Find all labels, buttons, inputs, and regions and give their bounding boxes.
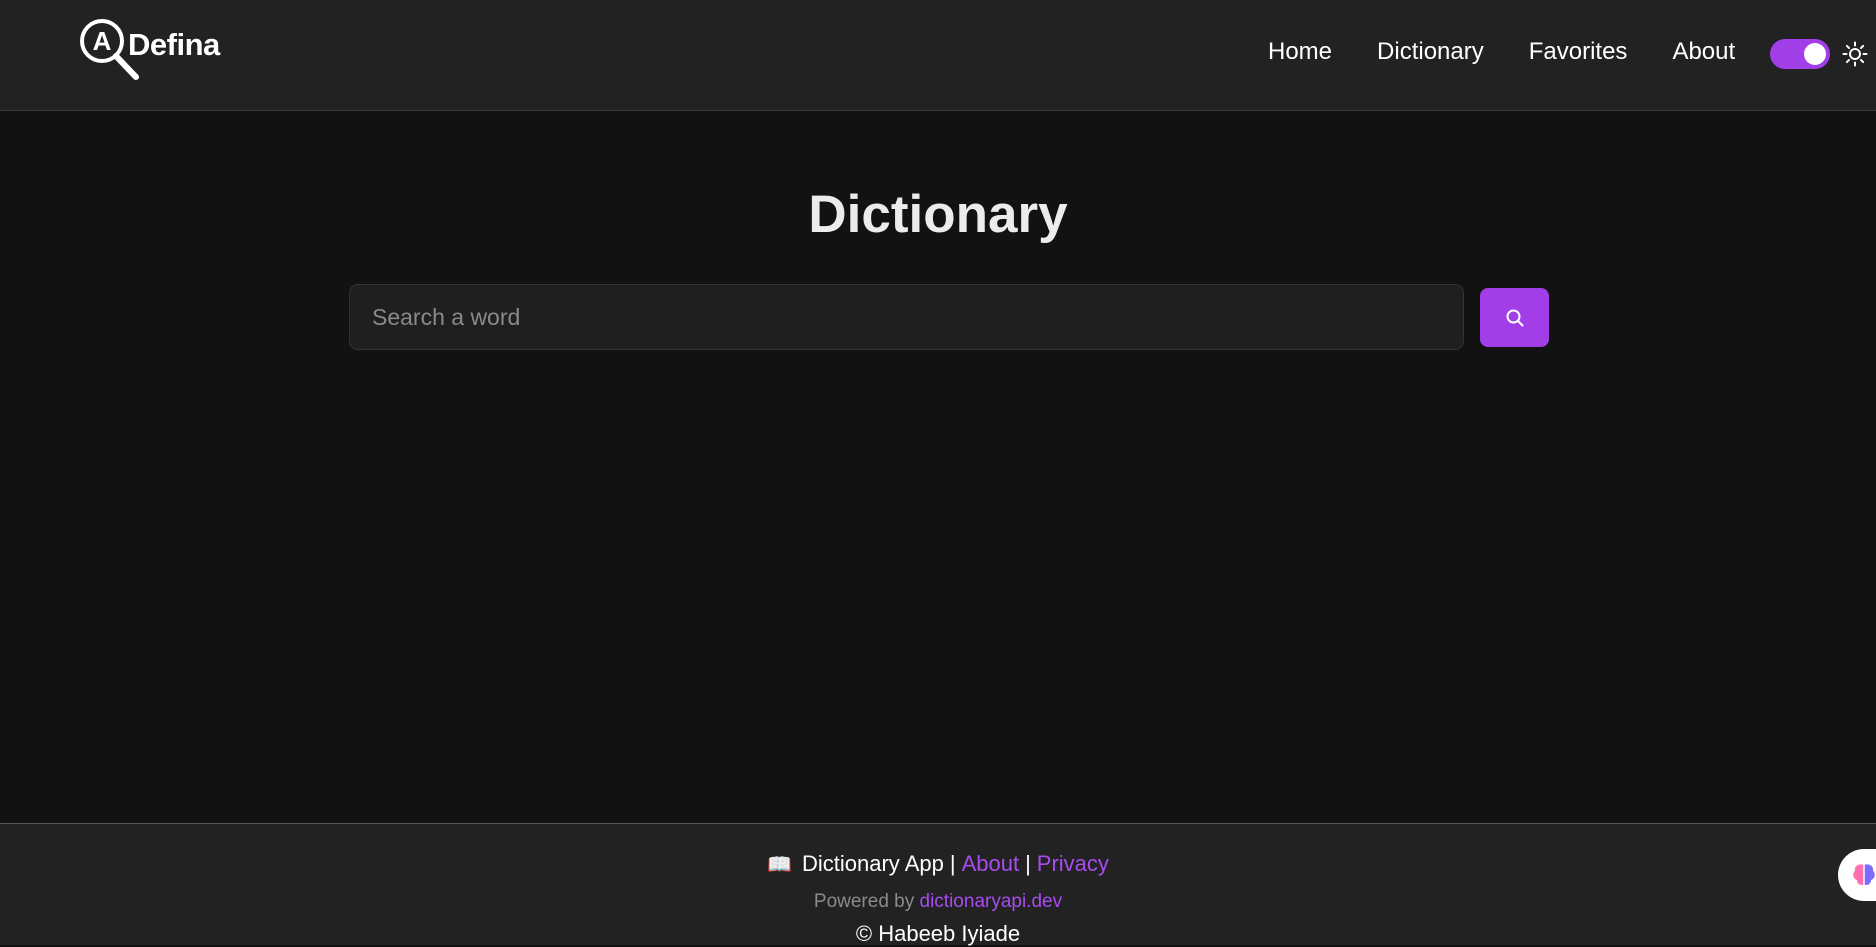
- api-link[interactable]: dictionaryapi.dev: [920, 891, 1063, 912]
- logo[interactable]: A Defina: [78, 17, 220, 83]
- logo-text: Defina: [128, 27, 220, 62]
- book-icon: 📖: [767, 853, 792, 876]
- powered-by-label: Powered by: [813, 891, 915, 912]
- footer-separator: |: [1025, 851, 1031, 876]
- nav-about[interactable]: About: [1672, 38, 1735, 66]
- footer-separator: |: [949, 851, 956, 876]
- theme-toggle[interactable]: [1770, 39, 1830, 69]
- search-button[interactable]: [1480, 288, 1549, 347]
- nav-home[interactable]: Home: [1268, 38, 1332, 66]
- brain-icon: [1853, 864, 1875, 885]
- main-nav: Home Dictionary Favorites About: [1268, 38, 1780, 66]
- toggle-knob: [1804, 43, 1826, 65]
- footer-copyright: © Habeeb Iyiade: [855, 921, 1021, 946]
- footer-links-row: 📖 Dictionary App | About | Privacy: [0, 851, 1876, 877]
- footer-app-name: Dictionary App: [801, 851, 944, 876]
- search-icon: [1506, 309, 1523, 326]
- nav-dictionary[interactable]: Dictionary: [1377, 38, 1484, 66]
- footer: 📖 Dictionary App | About | Privacy Power…: [0, 823, 1876, 946]
- footer-privacy-link[interactable]: Privacy: [1037, 851, 1109, 877]
- sun-icon: [1842, 41, 1868, 67]
- svg-text:A: A: [93, 26, 112, 56]
- page-title: Dictionary: [808, 185, 1068, 244]
- nav-favorites[interactable]: Favorites: [1529, 38, 1628, 66]
- footer-about-link[interactable]: About: [962, 851, 1020, 877]
- footer-powered-by: Powered by dictionaryapi.dev: [0, 891, 1876, 913]
- search-input[interactable]: [349, 284, 1464, 350]
- header: A Defina Home Dictionary Favorites About: [0, 0, 1876, 111]
